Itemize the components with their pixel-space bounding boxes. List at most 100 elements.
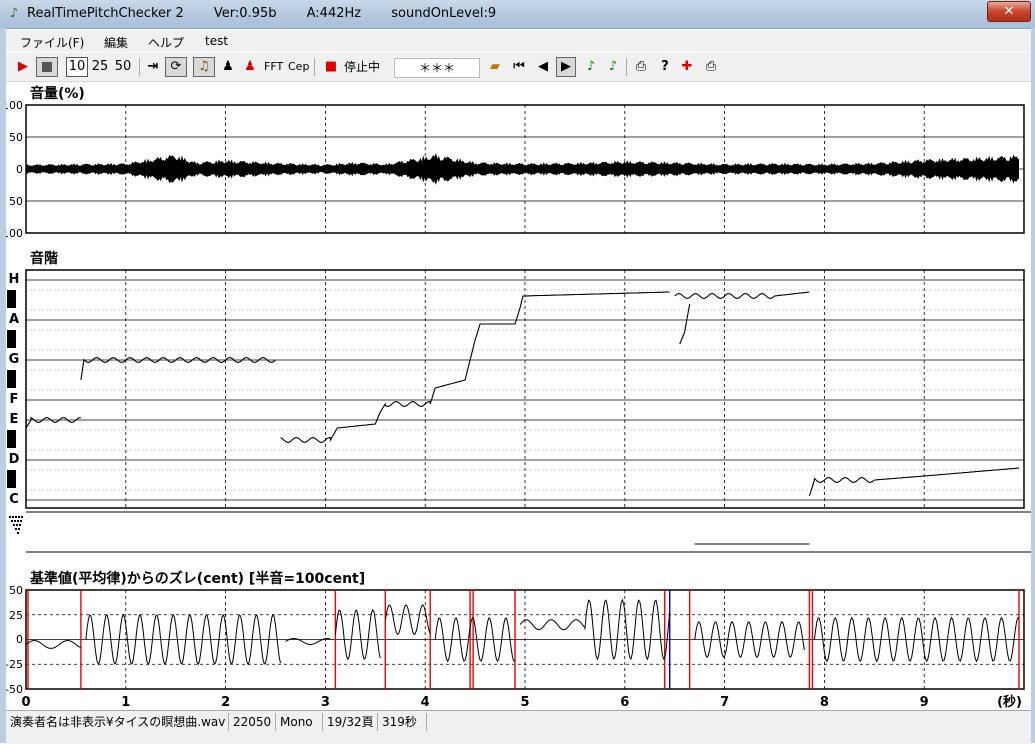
note-label-e: E xyxy=(10,412,19,427)
octave-dot xyxy=(13,524,15,526)
status-field: ＊＊＊ xyxy=(394,58,480,78)
volume-ylabel-50-top: 50 xyxy=(9,131,23,144)
version-label: Ver:0.95b xyxy=(213,6,277,21)
scale-chart: H A G F E D C xyxy=(7,269,1025,509)
tuning-label: A:442Hz xyxy=(306,6,362,21)
piano-black-key xyxy=(7,430,16,448)
speed-10-button[interactable]: 10 xyxy=(66,57,88,77)
piano-black-key xyxy=(7,470,16,488)
toolbar-divider xyxy=(314,58,315,76)
dev-x-tick-label: 7 xyxy=(720,695,729,710)
volume-chart: 100 50 0 50 100 xyxy=(6,99,1025,240)
violin-icon[interactable]: ♫ xyxy=(193,57,215,77)
octave-dot xyxy=(12,516,14,518)
dev-x-tick-label: 3 xyxy=(321,695,330,710)
octave-dot xyxy=(20,520,22,522)
main-area: 音量(%) 音階 基準値(平均律)からのズレ(cent) [半音=100cent… xyxy=(6,82,1031,710)
jump-end-icon[interactable]: ⇥ xyxy=(144,57,162,77)
play-icon[interactable]: ▶ xyxy=(14,57,32,77)
dev-x-tick-label: 4 xyxy=(421,695,430,710)
octave-dot xyxy=(21,516,23,518)
octave-dot xyxy=(11,520,13,522)
toolbar: ▶ 10 25 50 ⇥ ⟳ ♫ ♟ ♟ FFT Cep ■ 停止中 ＊＊＊ ▰… xyxy=(6,53,1031,82)
first-page-icon[interactable]: ⏮ xyxy=(510,57,528,77)
note-label-f: F xyxy=(10,392,19,407)
octave-dot xyxy=(14,520,16,522)
note-down-icon[interactable]: ♪ xyxy=(604,57,622,77)
dev-x-tick-label: 6 xyxy=(620,695,629,710)
dev-x-tick-label: 9 xyxy=(920,695,929,710)
octave-dot xyxy=(15,528,17,530)
state-label: 停止中 xyxy=(344,60,381,74)
dev-ylabel-minus25: -25 xyxy=(6,658,23,671)
note-label-c: C xyxy=(9,492,19,507)
octave-dot xyxy=(19,524,21,526)
menu-bar: ファイル(F) 編集 ヘルプ test xyxy=(6,30,1031,52)
status-file-name: 演奏者名は非表示¥タイスの瞑想曲.wav xyxy=(6,713,229,731)
toolbar-divider xyxy=(626,58,627,76)
dev-x-tick-label: 5 xyxy=(520,695,529,710)
menu-test[interactable]: test xyxy=(205,34,228,48)
menu-file[interactable]: ファイル(F) xyxy=(20,34,84,51)
charts-canvas: 100 50 0 50 100 H A G F E D C xyxy=(6,99,1031,710)
dev-x-tick-label: 2 xyxy=(221,695,230,710)
dev-ylabel-minus50: -50 xyxy=(6,683,23,696)
piano-black-key xyxy=(7,330,16,348)
prev-page-icon[interactable]: ◀ xyxy=(534,57,552,77)
piano-black-key xyxy=(7,370,16,388)
menu-help[interactable]: ヘルプ xyxy=(148,34,184,51)
dev-x-tick-label: 1 xyxy=(121,695,130,710)
scale-frame xyxy=(25,269,1025,509)
fft-button[interactable]: FFT xyxy=(264,57,283,77)
next-page-icon[interactable]: ▶ xyxy=(556,57,576,77)
dev-x-tick-label: 8 xyxy=(820,695,829,710)
note-label-d: D xyxy=(9,452,20,467)
octave-marks xyxy=(9,516,810,545)
dev-ylabel-50: 50 xyxy=(9,584,23,597)
marker-icon[interactable]: ✚ xyxy=(678,57,696,77)
help-icon[interactable]: ? xyxy=(656,57,674,77)
volume-ylabel-100-top: 100 xyxy=(6,99,23,112)
dev-ylabel-25: 25 xyxy=(9,609,23,622)
print-icon[interactable]: ⎙ xyxy=(632,57,650,77)
speed-50-button[interactable]: 50 xyxy=(113,57,133,77)
loop-icon[interactable]: ⟳ xyxy=(165,57,187,77)
dev-x-tick-label: 0 xyxy=(21,695,30,710)
octave-dot xyxy=(18,516,20,518)
window-title: RealTimePitchChecker 2 Ver:0.95b A:442Hz… xyxy=(27,6,522,21)
cep-button[interactable]: Cep xyxy=(288,57,309,77)
close-button[interactable]: ✕ xyxy=(987,1,1031,22)
octave-dot xyxy=(17,520,19,522)
person-dark-icon[interactable]: ♟ xyxy=(219,57,237,77)
speed-25-button[interactable]: 25 xyxy=(90,57,110,77)
octave-dot xyxy=(17,532,19,534)
octave-dot xyxy=(18,528,20,530)
deviation-x-tick-labels: 0 1 2 3 4 5 6 7 8 9 xyxy=(21,695,928,710)
octave-dot xyxy=(16,524,18,526)
app-logo-icon: ♪ xyxy=(9,6,19,21)
volume-ylabel-100-bottom: 100 xyxy=(6,227,23,240)
record-icon[interactable]: ■ xyxy=(322,57,340,77)
printer-icon[interactable]: ⎙ xyxy=(702,57,720,77)
octave-dot xyxy=(15,516,17,518)
piano-black-key xyxy=(7,290,16,308)
toolbar-divider xyxy=(139,58,140,76)
volume-ylabel-50-bottom: 50 xyxy=(9,195,23,208)
app-name: RealTimePitchChecker 2 xyxy=(27,6,184,21)
status-page: 19/32頁 xyxy=(323,713,378,731)
dev-x-unit: (秒) xyxy=(997,694,1022,710)
octave-strip xyxy=(9,511,1031,553)
menu-edit[interactable]: 編集 xyxy=(104,34,128,51)
octave-dot xyxy=(9,516,11,518)
note-label-h: H xyxy=(9,272,20,287)
note-label-g: G xyxy=(9,352,20,367)
open-folder-icon[interactable]: ▰ xyxy=(486,57,504,77)
status-bar: 演奏者名は非表示¥タイスの瞑想曲.wav 22050 Mono 19/32頁 3… xyxy=(6,710,1031,744)
sound-level-label: soundOnLevel:9 xyxy=(391,6,497,21)
stop-button[interactable] xyxy=(36,57,58,77)
deviation-chart: 50 25 0 -25 -50 0 1 2 3 4 5 6 7 8 9 (秒) xyxy=(6,584,1025,710)
person-red-icon[interactable]: ♟ xyxy=(241,57,259,77)
status-channels: Mono xyxy=(276,713,323,731)
note-label-a: A xyxy=(9,312,19,327)
note-up-icon[interactable]: ♪ xyxy=(582,57,600,77)
